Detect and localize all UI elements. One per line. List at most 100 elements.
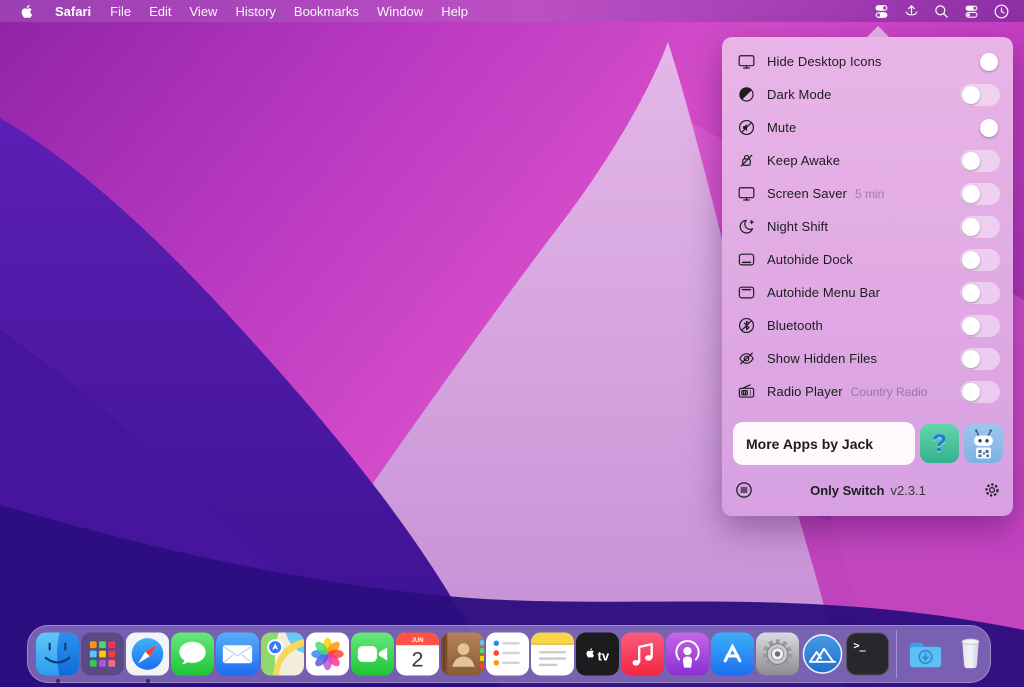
toggle-knob <box>962 251 980 269</box>
hamburger-icon <box>734 480 754 500</box>
dock-item-contacts[interactable] <box>441 632 484 676</box>
switch-label: Screen Saver <box>767 186 847 201</box>
dock-divider <box>896 630 897 678</box>
dock-item-podcasts[interactable] <box>666 632 709 676</box>
settings-button[interactable] <box>981 479 1003 501</box>
switch-row-autohide-menu-bar[interactable]: Autohide Menu Bar <box>722 276 1013 309</box>
dock-item-trash[interactable] <box>949 632 992 676</box>
dock-item-downloads[interactable] <box>904 632 947 676</box>
dock-item-reminders[interactable] <box>486 632 529 676</box>
active-app-menu[interactable]: Safari <box>45 4 101 19</box>
menu-bookmarks[interactable]: Bookmarks <box>285 4 368 19</box>
switch-label: Bluetooth <box>767 318 823 333</box>
contrast-icon <box>734 85 758 104</box>
menu-bar: Safari FileEditViewHistoryBookmarksWindo… <box>0 0 1024 22</box>
dock-item-photos[interactable] <box>306 632 349 676</box>
switch-detail[interactable]: Country Radio <box>851 385 928 399</box>
switch-label: Radio Player <box>767 384 843 399</box>
dock-item-music[interactable] <box>621 632 664 676</box>
upload-arrow-icon[interactable] <box>898 0 924 22</box>
robot-app-icon[interactable] <box>964 424 1003 463</box>
toggle-knob <box>962 350 980 368</box>
svg-text:>_: >_ <box>853 640 866 652</box>
menu-history[interactable]: History <box>226 4 284 19</box>
spotlight-search-icon[interactable] <box>928 0 954 22</box>
toggle-knob <box>962 185 980 203</box>
apple-menu[interactable] <box>10 3 45 20</box>
switch-row-show-hidden-files[interactable]: Show Hidden Files <box>722 342 1013 375</box>
svg-text:2: 2 <box>412 648 424 672</box>
dock-rect-icon <box>734 250 758 269</box>
dock-item-facetime[interactable] <box>351 632 394 676</box>
switch-detail[interactable]: 5 min <box>855 187 884 201</box>
toggle-mute[interactable] <box>960 117 1000 139</box>
dock-item-safari[interactable] <box>126 632 169 676</box>
menubar-rect-icon <box>734 283 758 302</box>
switch-row-hide-desktop-icons[interactable]: Hide Desktop Icons <box>722 45 1013 78</box>
switch-row-mute[interactable]: Mute <box>722 111 1013 144</box>
question-app-icon[interactable]: ? <box>920 424 959 463</box>
menu-file[interactable]: File <box>101 4 140 19</box>
switch-row-night-shift[interactable]: Night Shift <box>722 210 1013 243</box>
menu-edit[interactable]: Edit <box>140 4 180 19</box>
display-icon <box>734 52 758 71</box>
switch-label: Keep Awake <box>767 153 840 168</box>
svg-text:tv: tv <box>597 648 609 663</box>
more-apps-banner[interactable]: More Apps by Jack <box>733 422 915 465</box>
toggle-autohide-dock[interactable] <box>960 249 1000 271</box>
switch-row-dark-mode[interactable]: Dark Mode <box>722 78 1013 111</box>
control-center-icon[interactable] <box>958 0 984 22</box>
dock-item-launchpad[interactable] <box>81 632 124 676</box>
menu-view[interactable]: View <box>181 4 227 19</box>
switch-label: Mute <box>767 120 796 135</box>
dock-item-tv[interactable]: tv <box>576 632 619 676</box>
switch-row-autohide-dock[interactable]: Autohide Dock <box>722 243 1013 276</box>
dock-item-mail[interactable] <box>216 632 259 676</box>
gear-icon <box>982 480 1002 500</box>
more-apps-label: More Apps by Jack <box>733 436 873 452</box>
dock-item-messages[interactable] <box>171 632 214 676</box>
toggle-knob <box>980 53 998 71</box>
switch-label: Hide Desktop Icons <box>767 54 882 69</box>
dock-item-systemprefs[interactable] <box>756 632 799 676</box>
dock-item-maps[interactable] <box>261 632 304 676</box>
panel-footer: Only Switchv2.3.1 <box>733 475 1003 505</box>
toggle-knob <box>962 152 980 170</box>
toggle-radio-player[interactable] <box>960 381 1000 403</box>
robot-icon <box>964 424 1003 463</box>
toggle-keep-awake[interactable] <box>960 150 1000 172</box>
dock-item-notes[interactable] <box>531 632 574 676</box>
switch-row-bluetooth[interactable]: Bluetooth <box>722 309 1013 342</box>
speaker-slash-icon <box>734 118 758 137</box>
toggle-night-shift[interactable] <box>960 216 1000 238</box>
toggle-dark-mode[interactable] <box>960 84 1000 106</box>
eye-slash-icon <box>734 349 758 368</box>
toggle-autohide-menu-bar[interactable] <box>960 282 1000 304</box>
toggle-bluetooth[interactable] <box>960 315 1000 337</box>
switch-row-screen-saver[interactable]: Screen Saver 5 min <box>722 177 1013 210</box>
dock-item-mountain[interactable] <box>801 632 844 676</box>
dock-item-terminal[interactable]: >_ <box>846 632 889 676</box>
dock-item-appstore[interactable] <box>711 632 754 676</box>
dock-item-finder[interactable] <box>36 632 79 676</box>
svg-text:JUN: JUN <box>411 638 423 644</box>
toggle-knob <box>980 119 998 137</box>
switch-label: Dark Mode <box>767 87 831 102</box>
menu-help[interactable]: Help <box>432 4 477 19</box>
dock-item-calendar[interactable]: JUN 2 <box>396 632 439 676</box>
only-switch-menu-icon[interactable] <box>868 0 894 22</box>
toggle-screen-saver[interactable] <box>960 183 1000 205</box>
dock: JUN 2 tv >_ <box>27 625 991 683</box>
toggle-knob <box>962 317 980 335</box>
switch-label: Night Shift <box>767 219 828 234</box>
moon-star-icon <box>734 217 758 236</box>
switch-row-keep-awake[interactable]: Keep Awake <box>722 144 1013 177</box>
menu-window[interactable]: Window <box>368 4 432 19</box>
menu-list-button[interactable] <box>733 479 755 501</box>
toggle-hide-desktop-icons[interactable] <box>960 51 1000 73</box>
switch-row-radio-player[interactable]: Radio Player Country Radio <box>722 375 1013 408</box>
clock-icon[interactable] <box>988 0 1014 22</box>
apple-logo-icon <box>20 3 35 20</box>
toggle-show-hidden-files[interactable] <box>960 348 1000 370</box>
toggle-knob <box>962 86 980 104</box>
